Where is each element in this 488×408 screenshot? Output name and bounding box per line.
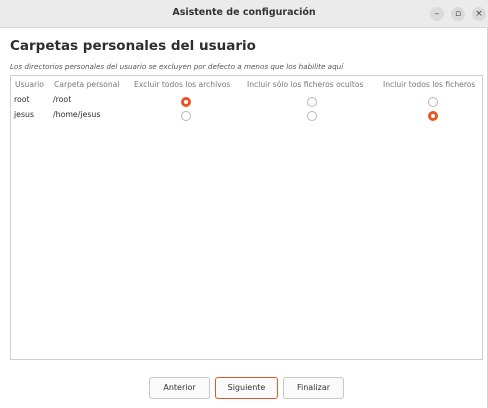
page-title: Carpetas personales del usuario: [10, 38, 256, 54]
column-header-include-all[interactable]: Incluir todos los ficheros: [383, 80, 475, 89]
user-cell: jesus: [14, 110, 35, 119]
hidden-only-radio[interactable]: [307, 111, 317, 121]
exclude-all-radio[interactable]: [181, 111, 191, 121]
exclude-all-radio[interactable]: [181, 97, 191, 107]
include-all-radio[interactable]: [428, 111, 438, 121]
include-all-radio[interactable]: [428, 97, 438, 107]
column-header-user[interactable]: Usuario: [15, 80, 44, 89]
finish-button[interactable]: Finalizar: [283, 377, 344, 399]
minimize-icon[interactable]: –: [430, 7, 444, 21]
hidden-only-radio[interactable]: [307, 97, 317, 107]
home-cell: /home/jesus: [53, 110, 101, 119]
window-title: Asistente de configuración: [172, 7, 316, 18]
home-folders-table: Usuario Carpeta personal Excluir todos l…: [10, 75, 483, 360]
home-cell: /root: [53, 95, 72, 104]
column-header-hidden-only[interactable]: Incluir sólo los ficheros ocultos: [247, 80, 363, 89]
setup-wizard-window: Asistente de configuración – ▫ × Carpeta…: [0, 0, 488, 408]
back-button[interactable]: Anterior: [149, 377, 210, 399]
close-icon[interactable]: ×: [472, 7, 486, 21]
column-header-exclude-all[interactable]: Excluir todos los archivos: [134, 80, 230, 89]
page-subtitle: Los directorios personales del usuario s…: [10, 62, 344, 71]
maximize-icon[interactable]: ▫: [451, 7, 465, 21]
next-button[interactable]: Siguiente: [215, 377, 278, 399]
user-cell: root: [14, 95, 30, 104]
column-header-home[interactable]: Carpeta personal: [54, 80, 119, 89]
title-bar[interactable]: Asistente de configuración – ▫ ×: [0, 0, 488, 28]
